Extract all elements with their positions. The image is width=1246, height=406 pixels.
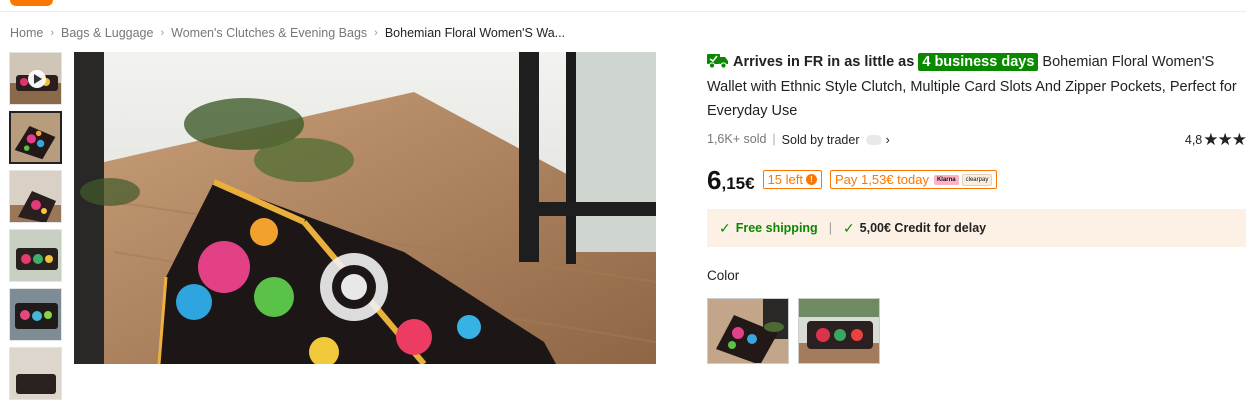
rating-value: 4,8	[1184, 133, 1203, 147]
free-shipping: ✓ Free shipping	[719, 220, 818, 237]
truck-icon	[707, 54, 728, 69]
thumbnail-1-image	[11, 113, 60, 162]
thumbnail-5[interactable]	[9, 347, 62, 400]
seller-link[interactable]: Sold by trader ›	[782, 132, 890, 147]
sold-count: 1,6K+ sold	[707, 132, 767, 146]
breadcrumb-womens-clutches[interactable]: Women's Clutches & Evening Bags	[171, 26, 367, 40]
info-icon[interactable]: !	[805, 174, 817, 185]
thumbnail-3[interactable]	[9, 229, 62, 282]
arrival-text: Arrives in FR in as little as	[733, 54, 915, 70]
klarna-logo: Klarna	[933, 174, 959, 185]
color-label: Color	[707, 268, 740, 283]
star-icon: ★★★	[1203, 130, 1246, 149]
shipping-bar[interactable]: ✓ Free shipping | ✓ 5,00€ Credit for delay	[707, 209, 1246, 247]
thumbnail-gallery	[9, 52, 63, 406]
price-decimal: ,15€	[721, 174, 755, 193]
price-row: 6,15€ 15 left! Pay 1,53€ today Klarna cl…	[707, 163, 998, 193]
clearpay-logo: clearpay	[961, 173, 993, 186]
thumbnail-video[interactable]	[9, 52, 62, 105]
thumbnail-5-image	[10, 348, 61, 399]
breadcrumb-current: Bohemian Floral Women'S Wa...	[384, 26, 566, 40]
color-swatch-2-image	[799, 299, 879, 363]
product-photo	[74, 52, 656, 364]
product-info-panel: Arrives in FR in as little as 4 business…	[707, 50, 1246, 364]
color-swatch-1[interactable]	[707, 298, 789, 364]
breadcrumb: Home › Bags & Luggage › Women's Clutches…	[10, 26, 565, 40]
delay-credit: ✓ 5,00€ Credit for delay	[843, 220, 986, 237]
delay-credit-text: 5,00€ Credit for delay	[859, 221, 987, 235]
arrival-days-badge: 4 business days	[918, 53, 1039, 71]
breadcrumb-separator-icon: ›	[374, 27, 378, 39]
thumbnail-1[interactable]	[9, 111, 62, 164]
breadcrumb-home[interactable]: Home	[10, 26, 43, 40]
product-title-block: Arrives in FR in as little as 4 business…	[707, 50, 1237, 124]
main-product-image[interactable]	[74, 52, 656, 364]
thumbnail-2[interactable]	[9, 170, 62, 223]
shipping-divider: |	[828, 221, 832, 235]
chevron-right-icon: ›	[885, 131, 890, 147]
top-header	[0, 0, 1246, 12]
check-icon: ✓	[719, 219, 731, 236]
color-swatches	[707, 298, 889, 364]
thumbnail-4-image	[10, 289, 61, 340]
seller-logo-icon	[865, 134, 882, 145]
thumbnail-4[interactable]	[9, 288, 62, 341]
stock-text: 15 left	[767, 172, 803, 187]
thumbnail-3-image	[10, 230, 61, 281]
thumbnail-2-image	[10, 171, 61, 222]
breadcrumb-separator-icon: ›	[160, 27, 165, 39]
check-icon: ✓	[842, 219, 855, 236]
meta-row: 1,6K+ sold | Sold by trader › 4,8 ★★★	[707, 130, 1246, 150]
stock-badge: 15 left!	[762, 170, 822, 189]
seller-label: Sold by trader	[781, 132, 860, 147]
breadcrumb-separator-icon: ›	[50, 27, 55, 39]
play-icon	[28, 70, 46, 88]
meta-divider: |	[772, 132, 776, 146]
installment-text: Pay 1,53€ today	[834, 172, 929, 187]
color-swatch-1-image	[708, 299, 788, 363]
site-logo[interactable]	[10, 0, 53, 6]
rating[interactable]: 4,8 ★★★	[1185, 130, 1246, 150]
price-integer: 6	[707, 165, 722, 195]
breadcrumb-bags-luggage[interactable]: Bags & Luggage	[61, 26, 153, 40]
installment-badge[interactable]: Pay 1,53€ today Klarna clearpay	[829, 170, 998, 189]
price: 6,15€	[707, 167, 755, 193]
free-shipping-text: Free shipping	[735, 221, 818, 235]
color-swatch-2[interactable]	[798, 298, 880, 364]
